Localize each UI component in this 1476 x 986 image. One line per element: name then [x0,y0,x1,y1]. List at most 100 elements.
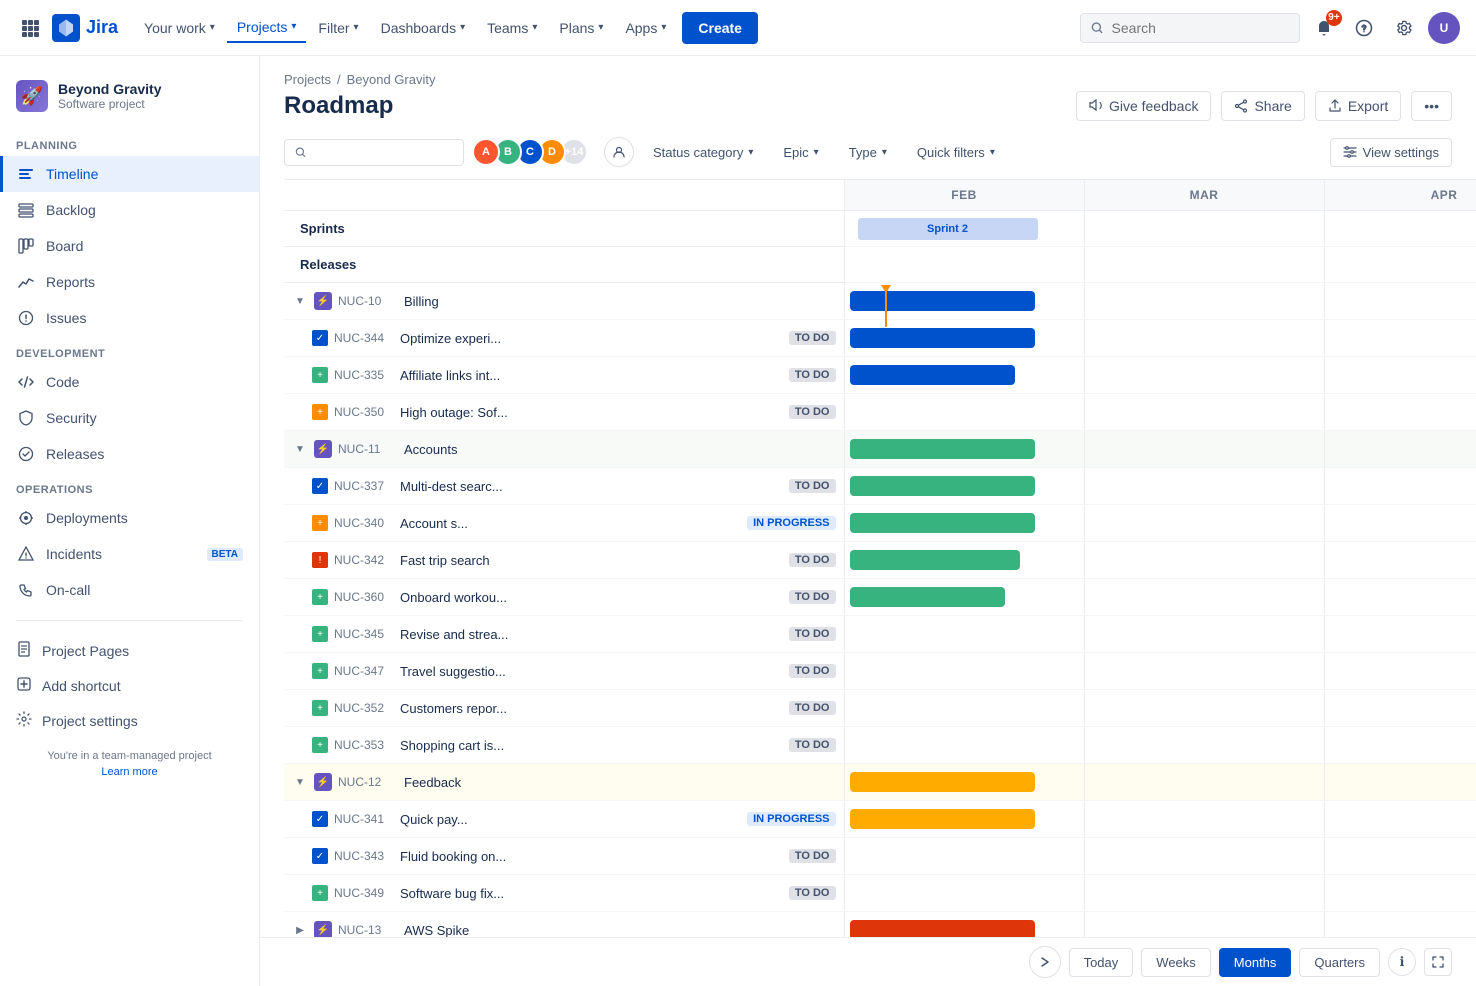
status-category-filter[interactable]: Status category ▾ [642,138,764,167]
roadmap-table: FEB MAR APR Sprints Sprint 2 [284,179,1476,937]
beta-badge: BETA [207,548,243,561]
user-avatar[interactable]: U [1428,12,1460,44]
task-cell-inner: + NUC-349 Software bug fix... TO DO [304,875,844,911]
view-settings-button[interactable]: View settings [1330,138,1452,167]
task-name-nuc352: Customers repor... [400,701,783,716]
export-button[interactable]: Export [1315,91,1401,121]
quick-filters[interactable]: Quick filters ▾ [906,138,1006,167]
sidebar-item-deployments[interactable]: Deployments [0,500,259,536]
learn-more-link[interactable]: Learn more [0,766,259,778]
task-cell-nuc344: ✓ NUC-344 Optimize experi... TO DO [284,320,844,357]
nuc344-mar-cell [1084,320,1324,357]
nuc13-bar [850,920,1035,937]
sidebar-item-code[interactable]: Code [0,364,259,400]
chevron-down-icon: ▾ [882,147,887,158]
chevron-down-icon: ▾ [748,147,753,158]
nav-teams[interactable]: Teams ▾ [477,14,547,42]
epic-filter[interactable]: Epic ▾ [772,138,829,167]
unassigned-filter[interactable] [604,137,634,167]
feedback-button[interactable]: Give feedback [1076,91,1212,121]
nav-plans[interactable]: Plans ▾ [549,14,613,42]
sidebar-item-project-pages[interactable]: Project Pages [0,633,259,668]
grid-menu-icon[interactable] [16,14,44,42]
sidebar-item-releases[interactable]: Releases [0,436,259,472]
expand-nuc13[interactable]: ▶ [292,922,308,937]
weeks-button[interactable]: Weeks [1141,948,1211,977]
info-button[interactable]: ℹ [1388,948,1416,976]
planning-section-label: PLANNING [0,128,259,156]
epic-icon-nuc12: ⚡ [314,773,332,791]
toolbar: A B C D +14 Status category ▾ Epic ▾ Typ… [260,137,1476,179]
main-content: Projects / Beyond Gravity Roadmap Give f… [260,56,1476,986]
settings-button[interactable] [1388,12,1420,44]
task-cell-inner: + NUC-352 Customers repor... TO DO [304,690,844,726]
fullscreen-button[interactable] [1424,948,1452,976]
sidebar-item-board[interactable]: Board [0,228,259,264]
nuc343-feb-cell [844,838,1084,875]
page-header: Projects / Beyond Gravity Roadmap Give f… [260,56,1476,137]
status-badge-nuc340: IN PROGRESS [747,516,835,530]
task-cell-nuc337: ✓ NUC-337 Multi-dest searc... TO DO [284,468,844,505]
sidebar-item-timeline[interactable]: Timeline [0,156,259,192]
search-icon [1091,21,1104,35]
app-logo[interactable]: Jira [52,14,118,42]
expand-nuc12[interactable]: ▼ [292,774,308,790]
breadcrumb-projects[interactable]: Projects [284,72,331,87]
nav-your-work[interactable]: Your work ▾ [134,14,225,42]
toolbar-search-box[interactable] [284,139,464,166]
sidebar-item-reports[interactable]: Reports [0,264,259,300]
task-id-nuc343: NUC-343 [334,849,394,863]
sidebar-item-incidents[interactable]: Incidents BETA [0,536,259,572]
notifications-button[interactable]: 9+ [1308,12,1340,44]
nuc337-feb-cell [844,468,1084,505]
scroll-left-button[interactable] [1029,946,1061,978]
nuc343-apr-cell [1324,838,1476,875]
expand-nuc10[interactable]: ▼ [292,293,308,309]
sidebar-item-security[interactable]: Security [0,400,259,436]
table-row: + NUC-340 Account s... IN PROGRESS [284,505,1476,542]
status-badge-nuc342: TO DO [789,553,836,567]
search-input[interactable] [1112,20,1289,36]
task-cell-inner: ▼ ⚡ NUC-12 Feedback [284,764,844,800]
sidebar-item-project-settings[interactable]: Project settings [0,703,259,738]
releases-row: Releases [284,247,1476,283]
sidebar-item-label: Project settings [42,713,138,729]
search-box[interactable] [1080,13,1300,43]
nav-dashboards[interactable]: Dashboards ▾ [371,14,476,42]
top-navigation: Jira Your work ▾ Projects ▾ Filter ▾ Das… [0,0,1476,56]
nav-projects[interactable]: Projects ▾ [227,13,307,43]
toolbar-search-input[interactable] [313,145,453,160]
sidebar-item-issues[interactable]: Issues [0,300,259,336]
nuc349-mar-cell [1084,875,1324,912]
status-badge-nuc352: TO DO [789,701,836,715]
expand-nuc11[interactable]: ▼ [292,441,308,457]
nav-right: 9+ U [1080,12,1460,44]
avatar-filter-1[interactable]: A [472,138,500,166]
today-button[interactable]: Today [1069,948,1134,977]
type-filter[interactable]: Type ▾ [838,138,898,167]
breadcrumb-project-name[interactable]: Beyond Gravity [347,72,436,87]
nav-filter[interactable]: Filter ▾ [308,14,368,42]
sidebar-item-add-shortcut[interactable]: Add shortcut [0,668,259,703]
table-row: ! NUC-342 Fast trip search TO DO [284,542,1476,579]
development-section-label: DEVELOPMENT [0,336,259,364]
notification-badge: 9+ [1326,10,1342,26]
share-button[interactable]: Share [1221,91,1304,121]
roadmap-container: FEB MAR APR Sprints Sprint 2 [260,179,1476,937]
create-button[interactable]: Create [682,12,758,44]
sidebar-item-oncall[interactable]: On-call [0,572,259,608]
months-button[interactable]: Months [1219,948,1292,977]
more-actions-button[interactable]: ••• [1411,91,1452,121]
nuc12-feb-cell [844,764,1084,801]
sprints-gantt-cell: Sprint 2 [844,211,1084,247]
help-button[interactable] [1348,12,1380,44]
nav-apps[interactable]: Apps ▾ [615,14,676,42]
quarters-button[interactable]: Quarters [1299,948,1380,977]
nuc11-bar [850,439,1035,459]
sprints-mar-cell [1084,211,1324,247]
sidebar-item-label: Board [46,238,243,254]
sidebar-item-backlog[interactable]: Backlog [0,192,259,228]
task-name-nuc345: Revise and strea... [400,627,783,642]
nuc360-mar-cell [1084,579,1324,616]
status-badge-nuc349: TO DO [789,886,836,900]
